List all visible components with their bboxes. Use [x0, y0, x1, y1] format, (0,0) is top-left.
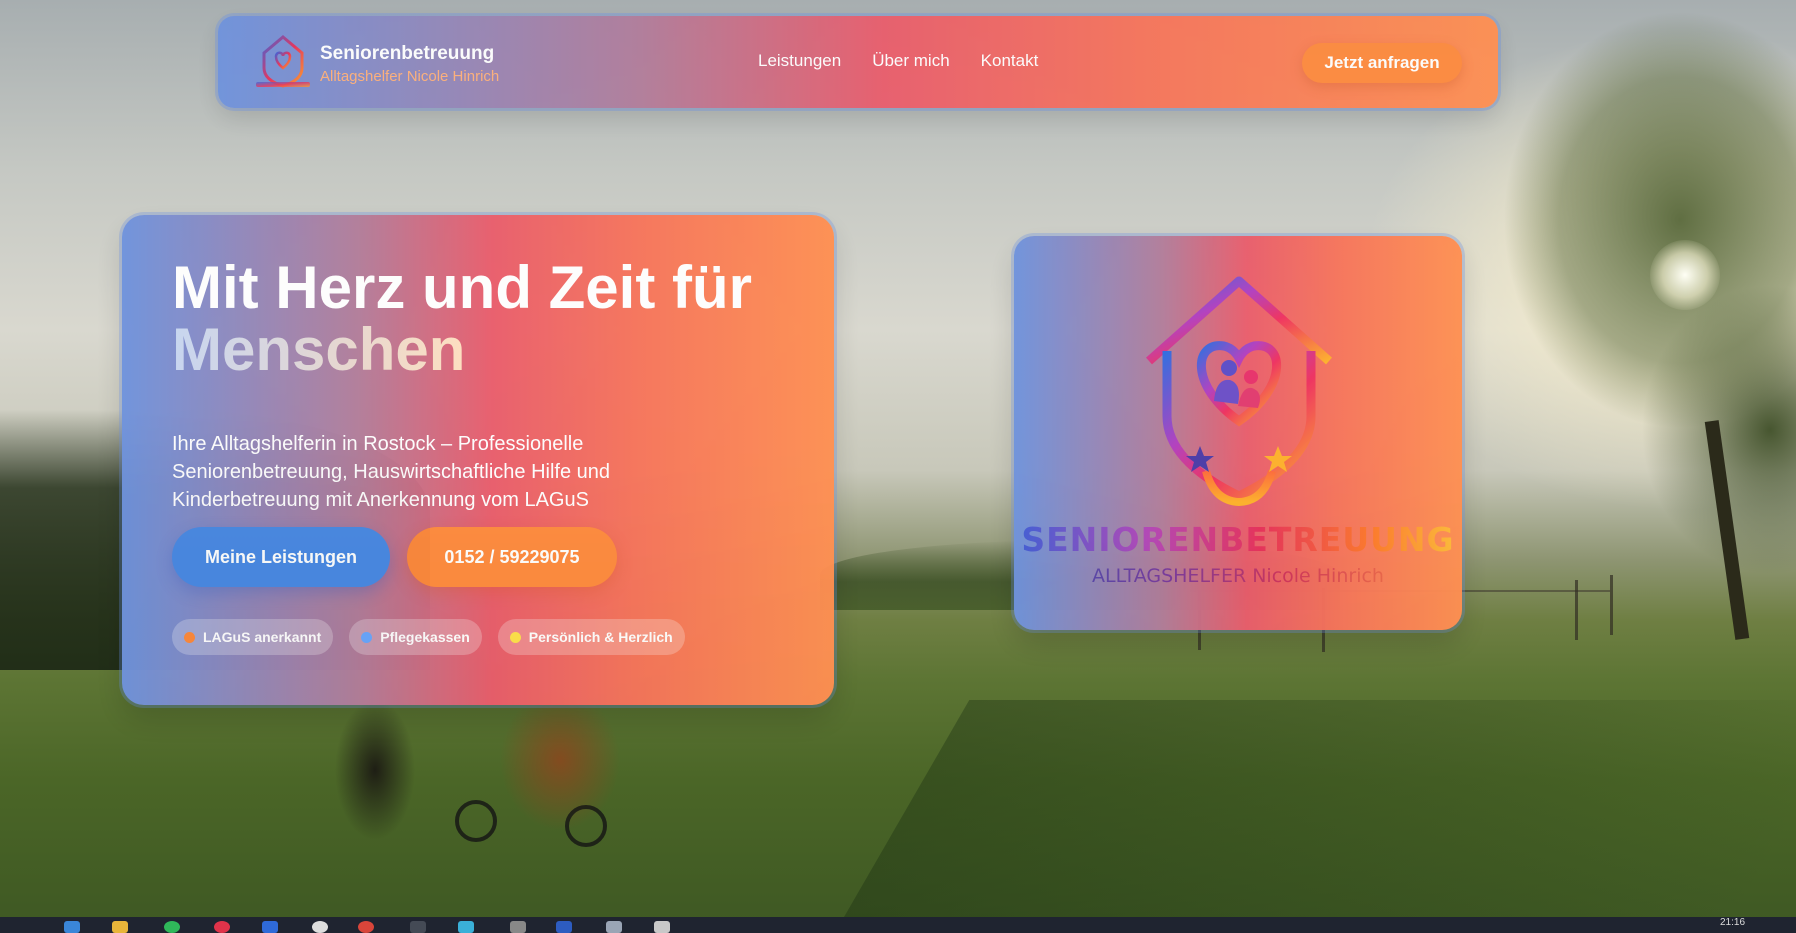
brand-logo-icon[interactable]: [253, 32, 313, 92]
webpage-screen: Seniorenbetreuung Alltagshelfer Nicole H…: [0, 0, 1796, 933]
trust-badges: LAGuS anerkannt Pflegekassen Persönlich …: [172, 619, 685, 655]
taskbar-app-icon[interactable]: [214, 921, 230, 933]
badge-pflegekassen: Pflegekassen: [349, 619, 482, 655]
taskbar-chat-icon[interactable]: [164, 921, 180, 933]
badge-dot-icon: [509, 631, 521, 643]
request-now-button[interactable]: Jetzt anfragen: [1302, 43, 1462, 83]
brand-subtitle: Alltagshelfer Nicole Hinrich: [320, 68, 500, 85]
badge-dot-icon: [361, 631, 373, 643]
background-shadow: [830, 700, 1796, 933]
taskbar-app-icon[interactable]: [64, 921, 80, 933]
logo-card: SENIORENBETREUUNG ALLTAGSHELFER Nicole H…: [1014, 236, 1462, 630]
badge-label: Persönlich & Herzlich: [528, 629, 673, 645]
hero-heading: Mit Herz und Zeit für Menschen: [172, 257, 822, 381]
badge-label: Pflegekassen: [380, 629, 470, 645]
taskbar-app-icon[interactable]: [262, 921, 278, 933]
taskbar-app-icon[interactable]: [458, 921, 474, 933]
background-tree-right: [1480, 0, 1796, 640]
hero-heading-accent: Menschen: [172, 316, 466, 383]
nav-link-leistungen[interactable]: Leistungen: [758, 51, 841, 71]
taskbar-app-icon[interactable]: [556, 921, 572, 933]
hero-description: Ihre Alltagshelferin in Rostock – Profes…: [172, 433, 611, 511]
site-header: Seniorenbetreuung Alltagshelfer Nicole H…: [218, 16, 1498, 108]
taskbar-app-icon[interactable]: [410, 921, 426, 933]
taskbar-clock[interactable]: 21:16: [1720, 917, 1745, 928]
background-wheel: [565, 805, 607, 847]
logo-subtitle: ALLTAGSHELFER Nicole Hinrich: [1014, 565, 1462, 587]
badge-label: LAGuS anerkannt: [203, 629, 322, 645]
services-button[interactable]: Meine Leistungen: [172, 527, 390, 587]
nav-link-kontakt[interactable]: Kontakt: [981, 51, 1039, 71]
taskbar-app-icon[interactable]: [654, 921, 670, 933]
taskbar-app-icon[interactable]: [510, 921, 526, 933]
os-taskbar: 21:16: [0, 917, 1796, 933]
brand-title[interactable]: Seniorenbetreuung: [320, 43, 494, 65]
taskbar-app-icon[interactable]: [358, 921, 374, 933]
house-heart-anchor-logo-icon: [1146, 276, 1332, 507]
main-nav: Leistungen Über mich Kontakt: [758, 51, 1038, 71]
badge-dot-icon: [184, 631, 195, 643]
badge-persoenlich: Persönlich & Herzlich: [497, 619, 685, 655]
taskbar-app-icon[interactable]: [606, 921, 622, 933]
taskbar-folder-icon[interactable]: [112, 921, 128, 933]
nav-link-ueber-mich[interactable]: Über mich: [872, 51, 949, 71]
hero-card: Mit Herz und Zeit für Menschen Ihre Allt…: [122, 215, 834, 705]
background-sun: [1650, 240, 1720, 310]
fence-post: [1575, 580, 1578, 640]
background-wheel: [455, 800, 497, 842]
hero-heading-line1: Mit Herz und Zeit für: [172, 254, 752, 321]
taskbar-browser-icon[interactable]: [312, 921, 328, 933]
logo-wordmark: SENIORENBETREUUNG: [1014, 520, 1462, 559]
phone-button[interactable]: 0152 / 59229075: [407, 527, 617, 587]
fence-post: [1610, 575, 1613, 635]
badge-lagus: LAGuS anerkannt: [172, 619, 334, 655]
